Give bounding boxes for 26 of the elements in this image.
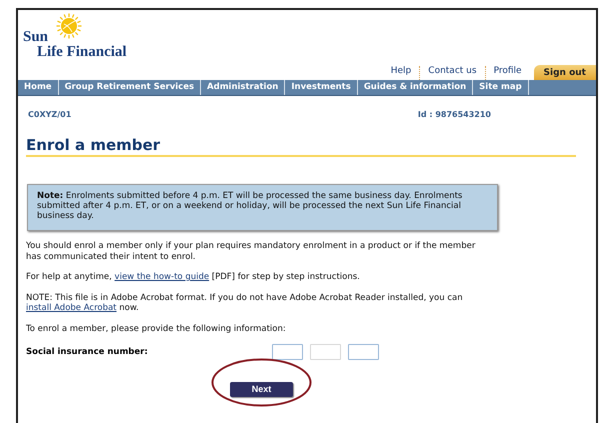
nav-item[interactable]: Site map	[473, 80, 529, 95]
nav-item[interactable]: Home	[18, 80, 59, 95]
paragraph: NOTE: This file is in Adobe Acrobat format. If you do not have Adobe Acrobat Reader installed, you can install Adobe Acrobat now.	[26, 292, 464, 314]
paragraph: You should enrol a member only if your plan requires mandatory enrolment in a product or if the member has communicated their intent to enrol.	[26, 241, 476, 262]
nav-item[interactable]: Administration	[201, 80, 286, 95]
logo-text: Life Financial	[37, 45, 127, 60]
sun-logo-icon	[56, 13, 82, 39]
nav-item[interactable]: Group Retirement Services	[58, 80, 202, 95]
link[interactable]: install Adobe Acrobat	[26, 303, 117, 313]
page-title: Enrol a member	[26, 136, 576, 157]
member-id: Id : 9876543210	[418, 110, 491, 119]
input-field[interactable]	[310, 344, 341, 360]
note-box: Note: Enrolments submitted before 4 p.m. ET will be processed the same business day. Enrolments submitted after 4 p.m. ET, or on a weekend or holiday, will be processed the next Sun Life Financial business day.	[27, 184, 498, 231]
paragraph: To enrol a member, please provide the following information:	[26, 324, 287, 334]
link[interactable]: view the how-to guide	[114, 272, 210, 282]
logo-text: Sun	[23, 30, 48, 45]
input-field[interactable]	[272, 344, 303, 360]
field-label: Social insurance number:	[26, 347, 149, 357]
paragraph: For help at anytime, view the how-to guide [PDF] for step by step instructions.	[26, 272, 361, 282]
next-button[interactable]: Next	[230, 382, 293, 396]
account-code: C0XYZ/01	[28, 110, 72, 119]
nav-item[interactable]: Guides & information	[358, 80, 474, 95]
input-field[interactable]	[348, 344, 379, 360]
sign-out-tab[interactable]: Sign out	[534, 65, 596, 80]
header-link[interactable]: Help	[382, 66, 420, 80]
nav-item[interactable]: Investments	[285, 80, 358, 95]
